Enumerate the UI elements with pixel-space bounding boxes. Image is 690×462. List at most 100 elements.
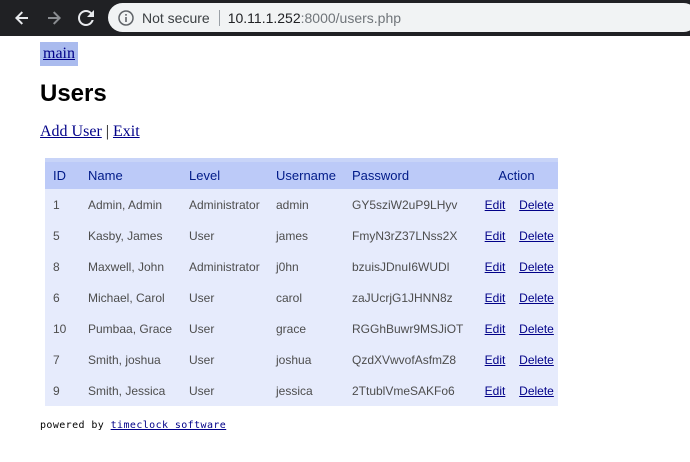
cell-delete: Delete [515, 220, 558, 251]
reload-button[interactable] [74, 6, 98, 30]
cell-edit: Edit [475, 344, 515, 375]
cell-username: james [268, 220, 344, 251]
header-action: Action [475, 160, 558, 189]
cell-level: Administrator [181, 251, 268, 282]
delete-link[interactable]: Delete [519, 384, 554, 398]
cell-password: QzdXVwvofAsfmZ8 [344, 344, 475, 375]
cell-id: 7 [45, 344, 80, 375]
delete-link[interactable]: Delete [519, 353, 554, 367]
footer: powered by timeclock software [40, 420, 226, 431]
delete-link[interactable]: Delete [519, 291, 554, 305]
footer-prefix: powered by [40, 420, 105, 431]
omnibox-divider [218, 9, 220, 26]
cell-edit: Edit [475, 313, 515, 344]
delete-link[interactable]: Delete [519, 322, 554, 336]
users-table-body: 1 Admin, Admin Administrator admin GY5sziW2u… [45, 189, 558, 406]
cell-name: Smith, joshua [80, 344, 181, 375]
cell-id: 10 [45, 313, 80, 344]
header-id: ID [45, 160, 80, 189]
header-level: Level [181, 160, 268, 189]
edit-link[interactable]: Edit [485, 322, 506, 336]
cell-password: zaJUcrjG1JHNN8z [344, 282, 475, 313]
edit-link[interactable]: Edit [485, 229, 506, 243]
url-host: 10.11.1.252 [227, 9, 301, 26]
cell-name: Pumbaa, Grace [80, 313, 181, 344]
cell-password: RGGhBuwr9MSJiOT [344, 313, 475, 344]
cell-password: 2TtublVmeSAKFo6 [344, 375, 475, 406]
cell-password: FmyN3rZ37LNss2X [344, 220, 475, 251]
cell-level: User [181, 344, 268, 375]
table-row: 8 Maxwell, John Administrator j0hn bzuisJDnu… [45, 251, 558, 282]
forward-arrow-icon [48, 11, 61, 25]
address-bar[interactable]: Not secure 10.11.1.252:8000/users.php [108, 3, 690, 32]
cell-password: bzuisJDnuI6WUDl [344, 251, 475, 282]
cell-delete: Delete [515, 251, 558, 282]
forward-button[interactable] [42, 6, 66, 30]
cell-username: jessica [268, 375, 344, 406]
cell-level: User [181, 313, 268, 344]
header-password: Password [344, 160, 475, 189]
cell-edit: Edit [475, 375, 515, 406]
cell-delete: Delete [515, 189, 558, 220]
cell-edit: Edit [475, 282, 515, 313]
cell-name: Maxwell, John [80, 251, 181, 282]
edit-link[interactable]: Edit [485, 260, 506, 274]
exit-link[interactable]: Exit [113, 123, 140, 140]
cell-delete: Delete [515, 375, 558, 406]
cell-edit: Edit [475, 251, 515, 282]
cell-level: User [181, 375, 268, 406]
table-row: 1 Admin, Admin Administrator admin GY5sziW2u… [45, 189, 558, 220]
url-text[interactable]: 10.11.1.252:8000/users.php [228, 10, 401, 26]
header-name: Name [80, 160, 181, 189]
table-row: 10 Pumbaa, Grace User grace RGGhBuwr9MSJiOT E… [45, 313, 558, 344]
cell-username: admin [268, 189, 344, 220]
footer-link[interactable]: timeclock software [111, 420, 227, 431]
edit-link[interactable]: Edit [485, 291, 506, 305]
cell-delete: Delete [515, 282, 558, 313]
cell-username: j0hn [268, 251, 344, 282]
delete-link[interactable]: Delete [519, 198, 554, 212]
table-row: 5 Kasby, James User james FmyN3rZ37LNss2X Edi… [45, 220, 558, 251]
cell-username: joshua [268, 344, 344, 375]
delete-link[interactable]: Delete [519, 260, 554, 274]
cell-level: Administrator [181, 189, 268, 220]
table-row: 9 Smith, Jessica User jessica 2TtublVmeSAKFo… [45, 375, 558, 406]
reload-icon [78, 10, 94, 26]
cell-id: 8 [45, 251, 80, 282]
cell-name: Admin, Admin [80, 189, 181, 220]
cell-username: grace [268, 313, 344, 344]
back-arrow-icon [15, 11, 28, 25]
back-button[interactable] [10, 6, 34, 30]
cell-password: GY5sziW2uP9LHyv [344, 189, 475, 220]
cell-id: 9 [45, 375, 80, 406]
edit-link[interactable]: Edit [485, 384, 506, 398]
table-header-row: ID Name Level Username Password Action [45, 160, 558, 189]
edit-link[interactable]: Edit [485, 198, 506, 212]
cell-id: 6 [45, 282, 80, 313]
cell-id: 1 [45, 189, 80, 220]
security-label: Not secure [142, 9, 210, 26]
browser-toolbar: Not secure 10.11.1.252:8000/users.php [0, 0, 690, 36]
delete-link[interactable]: Delete [519, 229, 554, 243]
table-row: 7 Smith, joshua User joshua QzdXVwvofAsfmZ8 E… [45, 344, 558, 375]
edit-link[interactable]: Edit [485, 353, 506, 367]
cell-level: User [181, 282, 268, 313]
main-link[interactable]: main [40, 42, 78, 66]
cell-delete: Delete [515, 313, 558, 344]
info-icon[interactable] [118, 9, 134, 26]
top-links: Add User | Exit [40, 122, 140, 142]
cell-name: Smith, Jessica [80, 375, 181, 406]
page-title: Users [40, 80, 107, 107]
cell-edit: Edit [475, 220, 515, 251]
cell-id: 5 [45, 220, 80, 251]
cell-username: carol [268, 282, 344, 313]
cell-name: Michael, Carol [80, 282, 181, 313]
cell-level: User [181, 220, 268, 251]
header-username: Username [268, 160, 344, 189]
cell-name: Kasby, James [80, 220, 181, 251]
add-user-link[interactable]: Add User [40, 123, 102, 140]
page-content: main Users Add User | Exit ID Name Level… [0, 36, 690, 462]
cell-delete: Delete [515, 344, 558, 375]
users-table: ID Name Level Username Password Action 1… [45, 158, 558, 406]
table-row: 6 Michael, Carol User carol zaJUcrjG1JHNN8z E… [45, 282, 558, 313]
